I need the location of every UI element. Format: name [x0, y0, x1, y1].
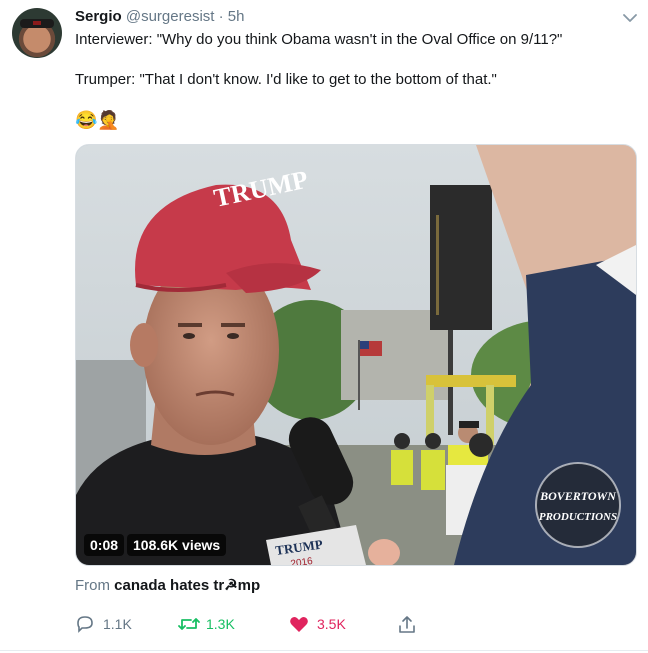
tweet-text-line-1: Interviewer: "Why do you think Obama was… [75, 31, 563, 48]
banner-graphic [430, 185, 492, 330]
header-separator: · [218, 8, 224, 25]
person-graphic [421, 450, 445, 490]
author-name[interactable]: Sergio [75, 8, 122, 25]
tweet-divider [0, 650, 648, 651]
person-graphic [391, 450, 413, 485]
avatar[interactable] [12, 8, 62, 58]
chevron-down-icon[interactable] [619, 8, 641, 28]
watermark-line-1: BOVERTOWN [539, 489, 617, 503]
tweet-time[interactable]: 5h [228, 8, 245, 25]
watermark-line-2: PRODUCTIONS [539, 511, 617, 523]
source-account[interactable]: canada hates tr☭mp [114, 577, 260, 594]
tweet-card[interactable]: Sergio @surgeresist · 5h Interviewer: "W… [0, 0, 648, 653]
headband-graphic [20, 19, 54, 28]
watermark-logo [535, 462, 621, 548]
tweet-emoji: 😂🤦 [75, 110, 120, 130]
tweet-text-line-2: Trumper: "That I don't know. I'd like to… [75, 71, 497, 88]
heart-icon [290, 617, 308, 632]
reply-count: 1.1K [103, 616, 132, 632]
retweet-count: 1.3K [206, 616, 235, 632]
video-frame: TRUMP TRUMP 2016 BOVERTOWN PRODUCTIONS [76, 145, 636, 565]
reply-icon [77, 616, 93, 633]
tweet-header: Sergio @surgeresist · 5h [75, 8, 244, 28]
video-timestamp: 0:08 [84, 534, 125, 556]
like-count: 3.5K [317, 616, 346, 632]
author-handle[interactable]: @surgeresist [126, 8, 215, 25]
media-source: From canada hates tr☭mp [75, 576, 260, 594]
retweet-icon [178, 618, 200, 630]
video-player[interactable]: TRUMP TRUMP 2016 BOVERTOWN PRODUCTIONS [75, 144, 637, 566]
share-icon [399, 616, 415, 633]
source-prefix: From [75, 577, 110, 594]
video-views: 108.6K views [127, 534, 227, 556]
